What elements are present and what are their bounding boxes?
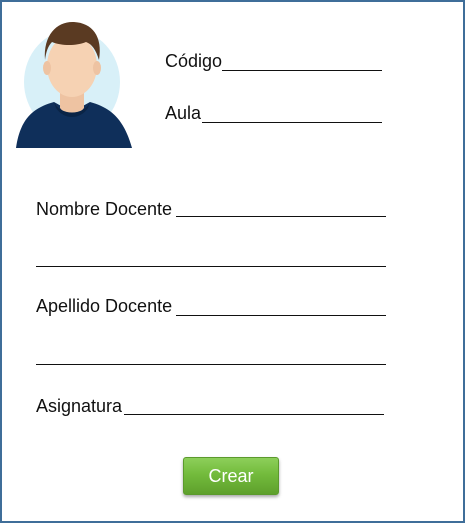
avatar xyxy=(14,16,134,150)
apellido-docente-label: Apellido Docente xyxy=(36,296,173,316)
asignatura-field[interactable] xyxy=(124,414,384,415)
aula-field[interactable] xyxy=(202,122,382,123)
codigo-label: Código xyxy=(165,51,223,71)
codigo-field[interactable] xyxy=(222,70,382,71)
aula-label: Aula xyxy=(165,103,202,123)
apellido-docente-field[interactable] xyxy=(176,315,386,316)
apellido-docente-field-line2[interactable] xyxy=(36,364,386,365)
teacher-form-card: Código Aula Nombre Docente Apellido Doce… xyxy=(0,0,465,523)
nombre-docente-field-line2[interactable] xyxy=(36,266,386,267)
crear-button[interactable]: Crear xyxy=(183,457,279,495)
nombre-docente-field[interactable] xyxy=(176,216,386,217)
nombre-docente-label: Nombre Docente xyxy=(36,199,173,219)
person-avatar-icon xyxy=(16,21,132,148)
asignatura-label: Asignatura xyxy=(36,396,123,416)
